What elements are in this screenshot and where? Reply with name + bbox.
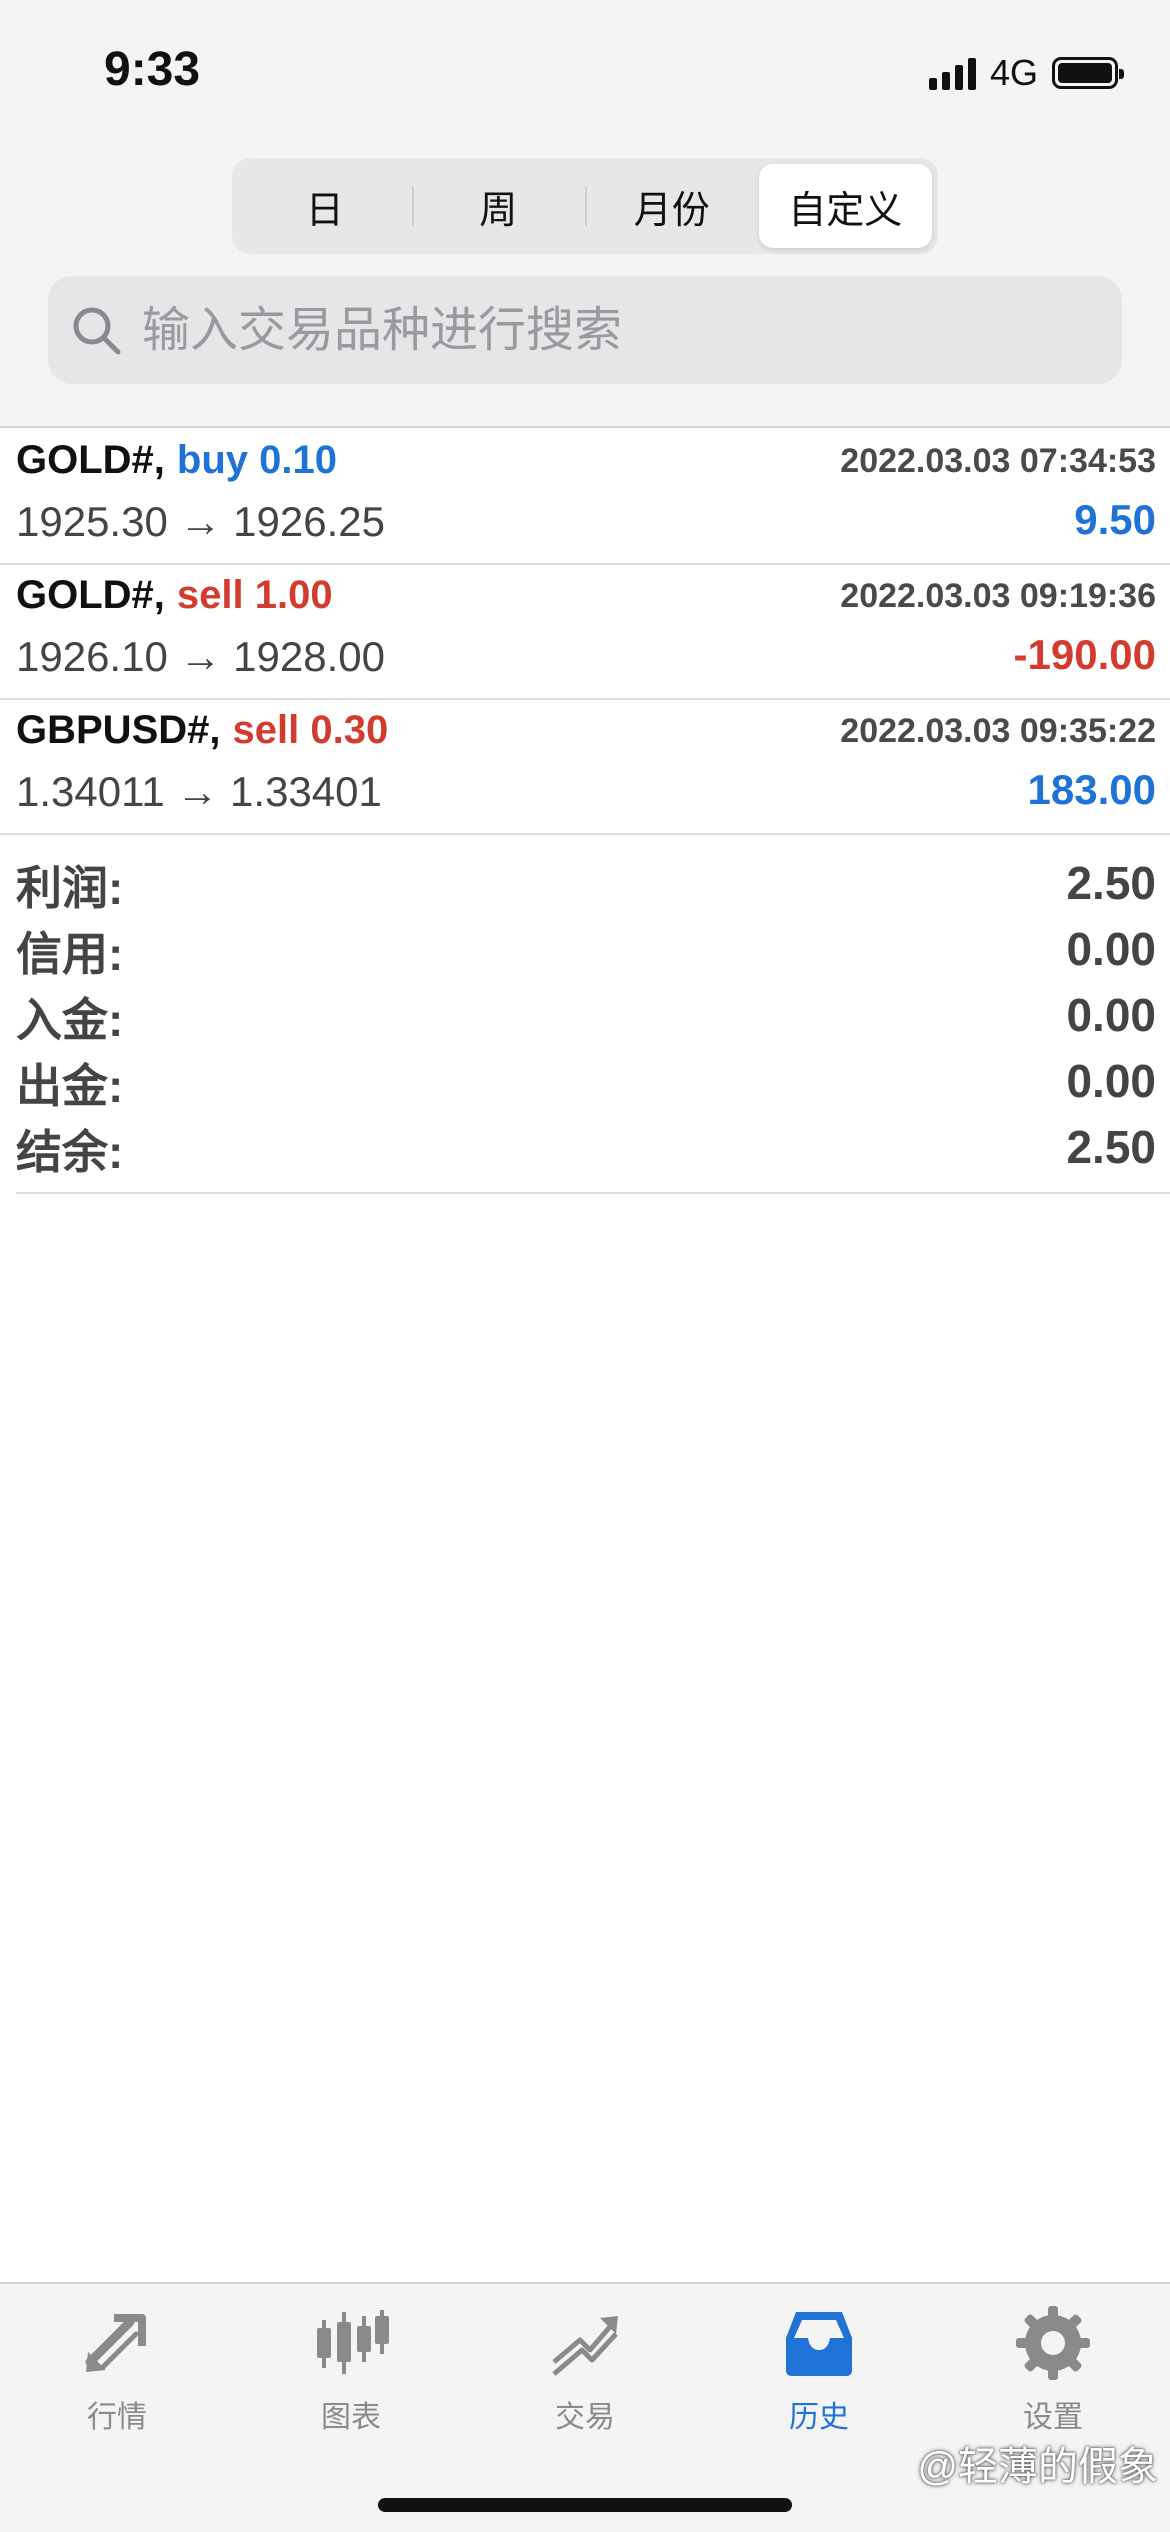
status-time: 9:33 [104,43,201,96]
period-week[interactable]: 周 [411,164,586,248]
deal-title: GOLD#, buy 0.10 [16,438,337,483]
deal-title: GBPUSD#, sell 0.30 [16,708,388,753]
deal-profit: 9.50 [1074,496,1156,543]
deal-title: GOLD#, sell 1.00 [16,573,333,618]
summary-value: 0.00 [1066,989,1156,1041]
search-icon [73,307,121,355]
deal-profit: -190.00 [1013,631,1156,678]
tab-history[interactable]: 历史 [702,2284,936,2444]
tab-label: 行情 [87,2401,147,2434]
deal-direction: sell 1.00 [176,573,333,617]
summary-label: 信用: [16,928,124,980]
watermark: @轻薄的假象 [917,2445,1158,2489]
trade-icon [552,2316,618,2376]
home-indicator[interactable] [378,2498,792,2512]
deal-prices: 1926.10 → 1928.00 [16,633,385,680]
deal-row[interactable]: GOLD#, buy 0.10 2022.03.03 07:34:53 1925.… [0,430,1170,565]
deal-time: 2022.03.03 07:34:53 [840,442,1156,480]
settings-icon [1016,2306,1090,2380]
summary-value: 0.00 [1066,1055,1156,1107]
tab-label: 交易 [555,2401,615,2434]
tab-label: 历史 [789,2401,849,2434]
summary-row-withdrawal: 出金: 0.00 [16,1046,1170,1112]
tab-settings[interactable]: 设置 [936,2284,1170,2444]
period-month[interactable]: 月份 [585,164,759,248]
history-header: 日 周 月份 自定义 [0,150,1170,428]
summary-row-credit: 信用: 0.00 [16,914,1170,980]
summary-value: 0.00 [1066,923,1156,975]
deal-list: GOLD#, buy 0.10 2022.03.03 07:34:53 1925.… [0,430,1170,835]
tab-trade[interactable]: 交易 [468,2284,702,2444]
quotes-icon [85,2314,146,2372]
summary-value: 2.50 [1066,857,1156,909]
summary-value: 2.50 [1066,1121,1156,1173]
tab-bar: 行情 图表 交易 历史 设置 @轻薄的假象 [0,2282,1170,2532]
summary-label: 出金: [16,1060,124,1112]
tab-label: 设置 [1023,2401,1083,2434]
history-icon [786,2312,852,2376]
summary-label: 利润: [16,862,124,914]
period-day[interactable]: 日 [238,164,412,248]
deal-direction: buy 0.10 [176,438,337,482]
history-screen: 9:33 4G 日 周 月份 自定义 输入交易品种进行搜索 GOLD#, buy… [0,0,1170,2532]
deal-row[interactable]: GOLD#, sell 1.00 2022.03.03 09:19:36 1926… [0,565,1170,700]
tab-chart[interactable]: 图表 [234,2284,468,2444]
battery-icon [1052,57,1124,89]
deal-symbol: GOLD#, [16,438,165,482]
status-indicators: 4G [928,52,1124,94]
deal-time: 2022.03.03 09:19:36 [840,577,1156,615]
status-bar: 9:33 4G [0,0,1170,150]
summary-row-deposit: 入金: 0.00 [16,980,1170,1046]
deal-profit: 183.00 [1027,766,1156,813]
summary-panel: 利润: 2.50 信用: 0.00 入金: 0.00 出金: 0.00 结余: … [16,848,1170,1194]
deal-symbol: GOLD#, [16,573,165,617]
deal-symbol: GBPUSD#, [16,708,221,752]
tab-quotes[interactable]: 行情 [0,2284,234,2444]
period-selector: 日 周 月份 自定义 [232,158,938,254]
deal-prices: 1925.30 → 1926.25 [16,498,385,545]
tab-label: 图表 [321,2401,381,2434]
summary-row-profit: 利润: 2.50 [16,848,1170,914]
deal-direction: sell 0.30 [232,708,389,752]
chart-icon [317,2310,389,2374]
search-bar[interactable] [48,276,1122,384]
deal-row[interactable]: GBPUSD#, sell 0.30 2022.03.03 09:35:22 1.… [0,700,1170,835]
summary-label: 入金: [16,994,124,1046]
period-custom[interactable]: 自定义 [758,164,932,248]
deal-prices: 1.34011 → 1.33401 [16,768,382,815]
summary-row-balance: 结余: 2.50 [16,1112,1170,1178]
search-input[interactable] [142,302,1122,358]
deal-time: 2022.03.03 09:35:22 [840,712,1156,750]
network-label: 4G [989,52,1038,93]
signal-icon [928,56,976,90]
summary-label: 结余: [16,1126,124,1178]
